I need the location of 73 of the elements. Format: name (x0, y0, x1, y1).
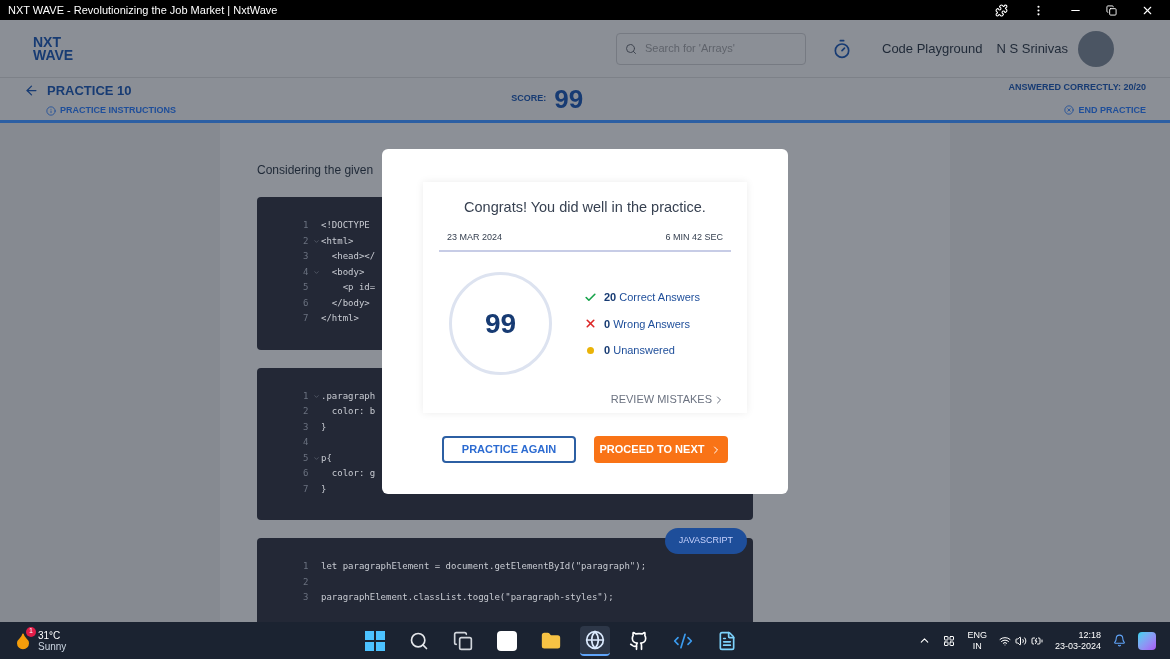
info-icon (46, 105, 56, 116)
line-number: 5 (303, 281, 310, 294)
dialog-title: Congrats! You did well in the practice. (463, 198, 707, 217)
clock-time[interactable]: 12:18 (1078, 629, 1101, 641)
score-label: SCORE: (511, 92, 547, 106)
line-number: 5 (303, 451, 310, 465)
code-line: <body> (330, 265, 365, 279)
stat-text: 0 Unanswered (604, 343, 675, 358)
code-line: } (321, 420, 327, 434)
bell-icon[interactable] (1113, 634, 1126, 647)
line-number: 2 (303, 405, 310, 418)
line-number: 2 (303, 234, 310, 248)
clock-date[interactable]: 23-03-2024 (1054, 640, 1101, 652)
line-number: 7 (303, 482, 310, 496)
question-text: Considering the given (257, 162, 375, 179)
weather-condition: Sunny (38, 640, 67, 652)
battery-icon[interactable] (1030, 634, 1043, 647)
check-icon (584, 290, 597, 304)
code-line: <p id= (341, 281, 376, 294)
language-code[interactable]: ENG (967, 629, 987, 641)
line-number: 1 (303, 560, 310, 573)
volume-icon[interactable] (1014, 634, 1027, 647)
line-number: 7 (303, 312, 310, 325)
score-value: 99 (554, 82, 584, 116)
code-line: p{ (321, 451, 332, 465)
review-mistakes-link[interactable]: REVIEW MISTAKES (610, 391, 725, 408)
cross-icon (584, 317, 597, 331)
back-arrow-icon[interactable] (24, 82, 39, 98)
window-title: NXT WAVE - Revolutionizing the Job Market | NxtWave (8, 2, 279, 18)
practice-duration: 6 MIN 42 SEC (665, 230, 723, 244)
code-line: color: g (330, 467, 376, 480)
practice-again-button[interactable]: PRACTICE AGAIN (442, 436, 576, 463)
stat-text: 20 Correct Answers (604, 290, 700, 305)
line-number: 4 (303, 436, 310, 449)
line-number: 3 (303, 250, 310, 263)
stat-text: 0 Wrong Answers (604, 316, 690, 332)
stopwatch-icon[interactable] (832, 38, 852, 59)
wifi-icon[interactable] (998, 634, 1011, 647)
language-badge: JAVASCRIPT (664, 528, 747, 554)
code-line: </html> (321, 312, 359, 325)
code-playground-link[interactable]: Code Playground (882, 38, 983, 59)
region-code[interactable]: IN (972, 640, 982, 652)
line-number: 3 (303, 420, 310, 434)
search-icon (625, 42, 637, 55)
code-line: paragraphElement.classList.toggle("paragraph-styles"); (321, 591, 614, 604)
user-name: N S Srinivas (996, 39, 1068, 58)
proceed-to-next-button[interactable]: PROCEED TO NEXT (594, 436, 728, 463)
line-number: 4 (303, 265, 310, 279)
code-line: color: b (330, 405, 376, 418)
code-line: <head></ (330, 250, 376, 263)
line-number: 6 (303, 296, 310, 310)
line-number: 2 (303, 575, 310, 589)
code-line: <!DOCTYPE (321, 219, 370, 232)
line-number: 1 (303, 389, 310, 403)
code-line: let paragraphElement = document.getElementById("paragraph"); (321, 560, 647, 573)
globe-icon[interactable] (585, 629, 606, 650)
code-line: } (321, 482, 327, 496)
line-number: 6 (303, 467, 310, 480)
weather-icon (14, 631, 32, 650)
code-line: </body> (330, 296, 370, 310)
temperature: 31°C (38, 629, 62, 641)
practice-title: PRACTICE 10 (47, 81, 132, 100)
logo[interactable]: NXT WAVE (33, 35, 74, 62)
code-line: .paragraph (321, 389, 376, 403)
practice-date: 23 MAR 2024 (447, 230, 503, 244)
extension-icon[interactable] (995, 3, 1008, 17)
copilot-icon[interactable] (1138, 631, 1156, 650)
line-number: 3 (303, 591, 310, 604)
answered-correctly-text: ANSWERED CORRECTLY: 20/20 (1008, 81, 1146, 94)
line-number: 1 (303, 219, 310, 232)
restore-icon[interactable] (1106, 4, 1117, 16)
taskbar-button[interactable] (580, 625, 611, 656)
code-line: <html> (321, 234, 354, 248)
